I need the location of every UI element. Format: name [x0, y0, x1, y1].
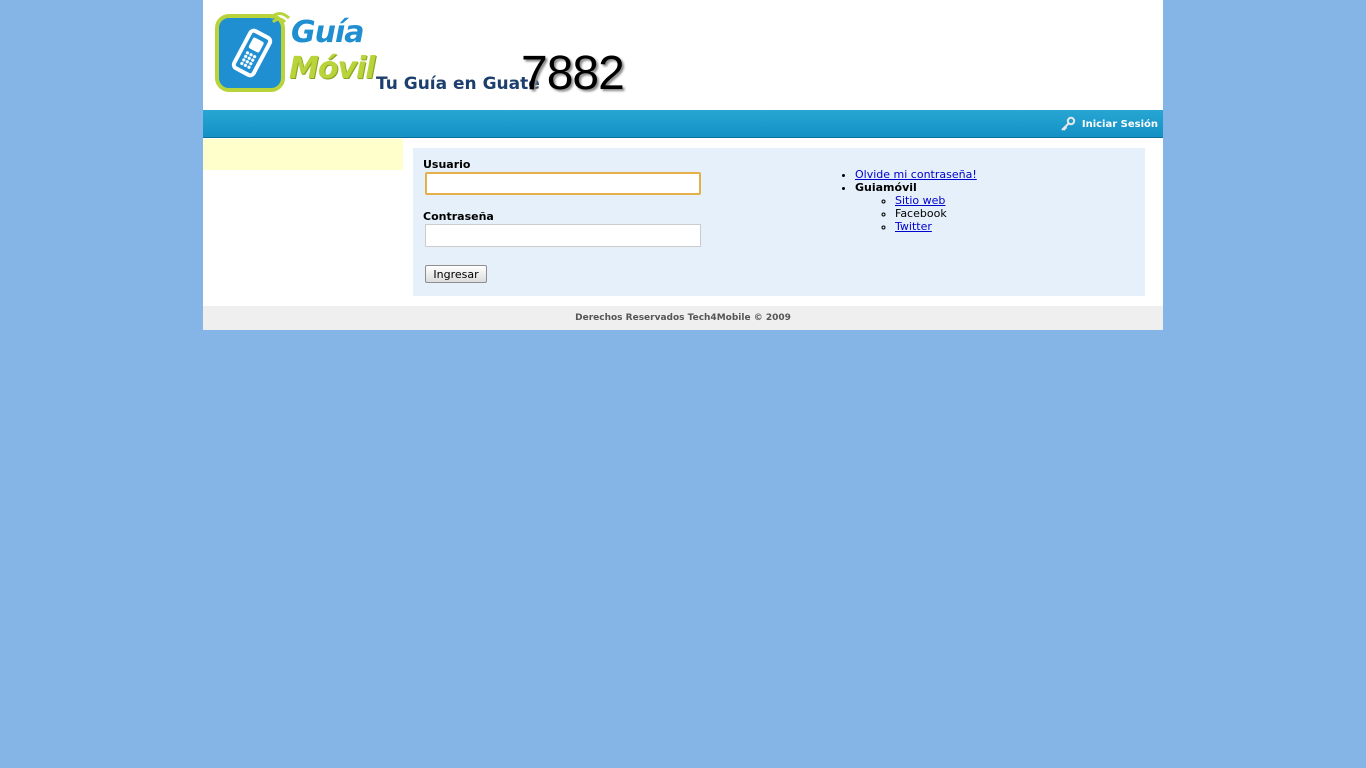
sidebar-panel [203, 139, 403, 170]
forgot-password-link[interactable]: Olvide mi contraseña! [855, 168, 977, 181]
username-label: Usuario [423, 158, 471, 171]
list-item: Guiamóvil Sitio web Facebook Twitter [855, 181, 977, 233]
username-input[interactable] [425, 172, 701, 195]
logo-text-movil: Móvil [289, 51, 376, 86]
header: Guía Móvil Tu Guía en Guate 7882 [203, 0, 1163, 110]
login-panel: Usuario Contraseña Ingresar Olvide mi co… [413, 148, 1145, 296]
login-label: Iniciar Sesión [1081, 118, 1158, 130]
facebook-text: Facebook [895, 207, 947, 220]
website-link[interactable]: Sitio web [895, 194, 945, 207]
copyright-text: Derechos Reservados Tech4Mobile © 2009 [575, 313, 791, 323]
list-item: Facebook [895, 207, 977, 220]
login-submit-button[interactable]: Ingresar [425, 265, 487, 283]
page-container: Guía Móvil Tu Guía en Guate 7882 Iniciar… [203, 0, 1163, 330]
key-icon [1061, 116, 1076, 131]
top-navbar: Iniciar Sesión [203, 110, 1163, 138]
twitter-link[interactable]: Twitter [895, 220, 932, 233]
list-item: Sitio web [895, 194, 977, 207]
footer: Derechos Reservados Tech4Mobile © 2009 [203, 306, 1163, 330]
site-logo[interactable]: Guía Móvil [215, 8, 376, 96]
list-item: Olvide mi contraseña! [855, 168, 977, 181]
tagline-text: Tu Guía en Guate [376, 74, 540, 94]
tagline-number: 7882 [521, 47, 625, 100]
section-title: Guiamóvil [855, 181, 917, 194]
password-input[interactable] [425, 224, 701, 247]
password-label: Contraseña [423, 210, 494, 223]
login-link[interactable]: Iniciar Sesión [1060, 115, 1158, 133]
logo-text-guia: Guía [291, 15, 365, 50]
help-links: Olvide mi contraseña! Guiamóvil Sitio we… [841, 168, 977, 233]
list-item: Twitter [895, 220, 977, 233]
